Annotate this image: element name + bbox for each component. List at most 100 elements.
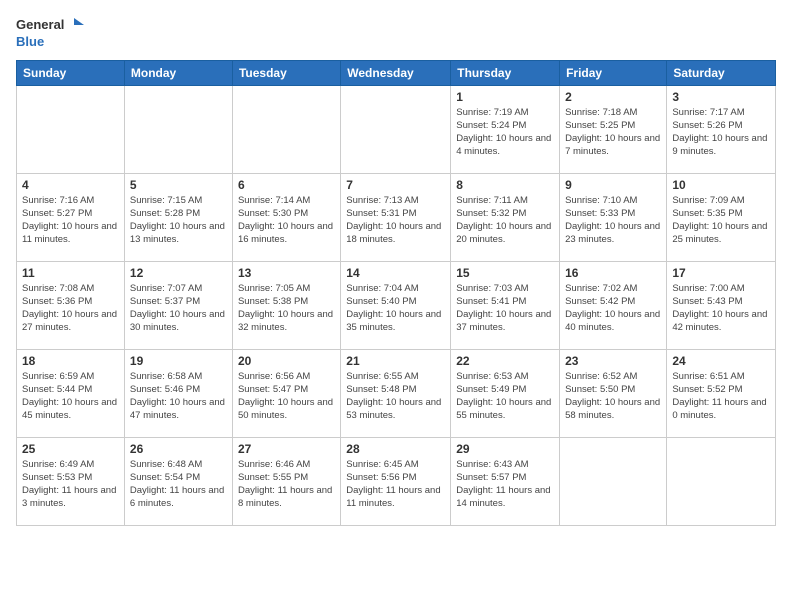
calendar-cell: 7 Sunrise: 7:13 AM Sunset: 5:31 PM Daylig… <box>341 173 451 261</box>
day-info: Sunrise: 6:48 AM Sunset: 5:54 PM Dayligh… <box>130 458 227 511</box>
calendar-cell: 23 Sunrise: 6:52 AM Sunset: 5:50 PM Dayli… <box>560 349 667 437</box>
day-info: Sunrise: 7:08 AM Sunset: 5:36 PM Dayligh… <box>22 282 119 335</box>
day-number: 5 <box>130 178 227 192</box>
day-number: 21 <box>346 354 445 368</box>
calendar-cell: 10 Sunrise: 7:09 AM Sunset: 5:35 PM Dayli… <box>667 173 776 261</box>
calendar-cell <box>232 85 340 173</box>
page-container: General Blue SundayMondayTuesdayWednesda… <box>0 0 792 534</box>
day-number: 18 <box>22 354 119 368</box>
logo-text-general: General <box>16 17 64 33</box>
day-info: Sunrise: 6:46 AM Sunset: 5:55 PM Dayligh… <box>238 458 335 511</box>
calendar-cell: 15 Sunrise: 7:03 AM Sunset: 5:41 PM Dayli… <box>451 261 560 349</box>
calendar-week-1: 4Sunrise: 7:16 AM Sunset: 5:27 PM Daylig… <box>17 173 776 261</box>
day-number: 6 <box>238 178 335 192</box>
day-number: 19 <box>130 354 227 368</box>
day-number: 8 <box>456 178 554 192</box>
calendar-cell <box>560 437 667 525</box>
day-number: 29 <box>456 442 554 456</box>
logo-bird-icon <box>66 16 84 34</box>
day-info: Sunrise: 7:15 AM Sunset: 5:28 PM Dayligh… <box>130 194 227 247</box>
calendar-cell: 13 Sunrise: 7:05 AM Sunset: 5:38 PM Dayli… <box>232 261 340 349</box>
calendar-cell: 20 Sunrise: 6:56 AM Sunset: 5:47 PM Dayli… <box>232 349 340 437</box>
calendar-week-2: 11 Sunrise: 7:08 AM Sunset: 5:36 PM Dayli… <box>17 261 776 349</box>
logo: General Blue <box>16 16 84 50</box>
day-number: 1 <box>456 90 554 104</box>
weekday-header-monday: Monday <box>124 60 232 85</box>
day-info: Sunrise: 7:07 AM Sunset: 5:37 PM Dayligh… <box>130 282 227 335</box>
day-info: Sunrise: 7:03 AM Sunset: 5:41 PM Dayligh… <box>456 282 554 335</box>
calendar-cell <box>341 85 451 173</box>
day-number: 23 <box>565 354 661 368</box>
day-info: Sunrise: 6:58 AM Sunset: 5:46 PM Dayligh… <box>130 370 227 423</box>
calendar-cell: 14 Sunrise: 7:04 AM Sunset: 5:40 PM Dayli… <box>341 261 451 349</box>
calendar-week-4: 25 Sunrise: 6:49 AM Sunset: 5:53 PM Dayli… <box>17 437 776 525</box>
day-info: Sunrise: 6:52 AM Sunset: 5:50 PM Dayligh… <box>565 370 661 423</box>
day-info: Sunrise: 6:53 AM Sunset: 5:49 PM Dayligh… <box>456 370 554 423</box>
day-number: 15 <box>456 266 554 280</box>
calendar-cell: 18 Sunrise: 6:59 AM Sunset: 5:44 PM Dayli… <box>17 349 125 437</box>
day-info: Sunrise: 6:49 AM Sunset: 5:53 PM Dayligh… <box>22 458 119 511</box>
day-info: Sunrise: 7:14 AM Sunset: 5:30 PM Dayligh… <box>238 194 335 247</box>
calendar-cell: 26Sunrise: 6:48 AM Sunset: 5:54 PM Dayli… <box>124 437 232 525</box>
day-number: 14 <box>346 266 445 280</box>
day-info: Sunrise: 6:56 AM Sunset: 5:47 PM Dayligh… <box>238 370 335 423</box>
day-number: 16 <box>565 266 661 280</box>
day-number: 7 <box>346 178 445 192</box>
calendar-cell: 4Sunrise: 7:16 AM Sunset: 5:27 PM Daylig… <box>17 173 125 261</box>
day-info: Sunrise: 7:10 AM Sunset: 5:33 PM Dayligh… <box>565 194 661 247</box>
calendar-cell: 1 Sunrise: 7:19 AM Sunset: 5:24 PM Daylig… <box>451 85 560 173</box>
day-number: 10 <box>672 178 770 192</box>
day-number: 12 <box>130 266 227 280</box>
calendar-cell: 3Sunrise: 7:17 AM Sunset: 5:26 PM Daylig… <box>667 85 776 173</box>
day-number: 25 <box>22 442 119 456</box>
weekday-header-row: SundayMondayTuesdayWednesdayThursdayFrid… <box>17 60 776 85</box>
calendar-cell: 5 Sunrise: 7:15 AM Sunset: 5:28 PM Daylig… <box>124 173 232 261</box>
day-info: Sunrise: 6:51 AM Sunset: 5:52 PM Dayligh… <box>672 370 770 423</box>
day-info: Sunrise: 7:13 AM Sunset: 5:31 PM Dayligh… <box>346 194 445 247</box>
day-info: Sunrise: 7:05 AM Sunset: 5:38 PM Dayligh… <box>238 282 335 335</box>
weekday-header-saturday: Saturday <box>667 60 776 85</box>
calendar-cell: 12 Sunrise: 7:07 AM Sunset: 5:37 PM Dayli… <box>124 261 232 349</box>
weekday-header-sunday: Sunday <box>17 60 125 85</box>
calendar-cell: 11 Sunrise: 7:08 AM Sunset: 5:36 PM Dayli… <box>17 261 125 349</box>
day-info: Sunrise: 6:55 AM Sunset: 5:48 PM Dayligh… <box>346 370 445 423</box>
logo-text-blue: Blue <box>16 34 44 50</box>
calendar-cell: 22 Sunrise: 6:53 AM Sunset: 5:49 PM Dayli… <box>451 349 560 437</box>
calendar-cell: 8 Sunrise: 7:11 AM Sunset: 5:32 PM Daylig… <box>451 173 560 261</box>
day-number: 24 <box>672 354 770 368</box>
day-number: 4 <box>22 178 119 192</box>
calendar-cell: 27 Sunrise: 6:46 AM Sunset: 5:55 PM Dayli… <box>232 437 340 525</box>
day-info: Sunrise: 7:19 AM Sunset: 5:24 PM Dayligh… <box>456 106 554 159</box>
header: General Blue <box>16 16 776 50</box>
day-number: 17 <box>672 266 770 280</box>
day-info: Sunrise: 7:09 AM Sunset: 5:35 PM Dayligh… <box>672 194 770 247</box>
day-info: Sunrise: 6:43 AM Sunset: 5:57 PM Dayligh… <box>456 458 554 511</box>
calendar-cell <box>667 437 776 525</box>
day-info: Sunrise: 7:17 AM Sunset: 5:26 PM Dayligh… <box>672 106 770 159</box>
day-info: Sunrise: 7:04 AM Sunset: 5:40 PM Dayligh… <box>346 282 445 335</box>
day-number: 27 <box>238 442 335 456</box>
day-number: 22 <box>456 354 554 368</box>
weekday-header-thursday: Thursday <box>451 60 560 85</box>
calendar-cell: 16 Sunrise: 7:02 AM Sunset: 5:42 PM Dayli… <box>560 261 667 349</box>
day-info: Sunrise: 7:02 AM Sunset: 5:42 PM Dayligh… <box>565 282 661 335</box>
weekday-header-tuesday: Tuesday <box>232 60 340 85</box>
calendar-cell: 25 Sunrise: 6:49 AM Sunset: 5:53 PM Dayli… <box>17 437 125 525</box>
calendar-week-0: 1 Sunrise: 7:19 AM Sunset: 5:24 PM Daylig… <box>17 85 776 173</box>
weekday-header-wednesday: Wednesday <box>341 60 451 85</box>
calendar-cell: 24 Sunrise: 6:51 AM Sunset: 5:52 PM Dayli… <box>667 349 776 437</box>
calendar-cell: 21 Sunrise: 6:55 AM Sunset: 5:48 PM Dayli… <box>341 349 451 437</box>
calendar-cell: 19 Sunrise: 6:58 AM Sunset: 5:46 PM Dayli… <box>124 349 232 437</box>
day-number: 13 <box>238 266 335 280</box>
weekday-header-friday: Friday <box>560 60 667 85</box>
calendar-cell <box>17 85 125 173</box>
calendar-week-3: 18 Sunrise: 6:59 AM Sunset: 5:44 PM Dayli… <box>17 349 776 437</box>
day-number: 11 <box>22 266 119 280</box>
day-info: Sunrise: 7:18 AM Sunset: 5:25 PM Dayligh… <box>565 106 661 159</box>
day-info: Sunrise: 7:11 AM Sunset: 5:32 PM Dayligh… <box>456 194 554 247</box>
calendar-cell: 29 Sunrise: 6:43 AM Sunset: 5:57 PM Dayli… <box>451 437 560 525</box>
calendar-cell: 28Sunrise: 6:45 AM Sunset: 5:56 PM Dayli… <box>341 437 451 525</box>
day-info: Sunrise: 6:45 AM Sunset: 5:56 PM Dayligh… <box>346 458 445 511</box>
day-number: 20 <box>238 354 335 368</box>
day-info: Sunrise: 6:59 AM Sunset: 5:44 PM Dayligh… <box>22 370 119 423</box>
